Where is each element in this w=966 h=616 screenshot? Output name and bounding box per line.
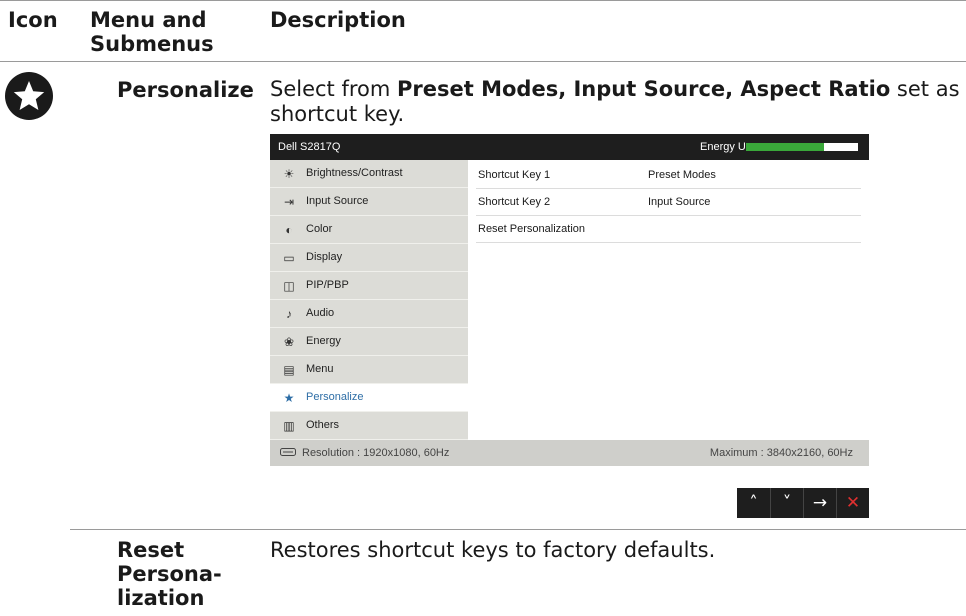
osd-menu-item[interactable]: ❀ Energy	[270, 328, 468, 356]
up-icon[interactable]: ˄	[737, 488, 770, 518]
maximum-resolution-text: Maximum : 3840x2160, 60Hz	[709, 447, 853, 459]
osd-menu-item[interactable]: ☀ Brightness/Contrast	[270, 160, 468, 188]
osd-menu-item[interactable]: ▭ Display	[270, 244, 468, 272]
star-icon: ★	[283, 391, 295, 405]
osd-menu-item-label: Personalize	[306, 391, 364, 403]
panel-row-reset-personalization[interactable]: Reset Personalization	[476, 216, 861, 243]
energy-meter	[746, 143, 858, 151]
osd-menu: Dell S2817Q Energy Use ☀ Brightness/Contr…	[270, 134, 869, 466]
osd-menu-item-label: Menu	[306, 363, 334, 375]
osd-title-bar: Dell S2817Q Energy Use	[270, 134, 869, 160]
header-menu: Menu and Submenus	[90, 8, 214, 56]
panel-row-shortcut-key-1[interactable]: Shortcut Key 1 Preset Modes	[476, 162, 861, 189]
energy-meter-fill	[746, 143, 825, 151]
osd-menu-item-label: Color	[306, 223, 333, 235]
others-icon: ▥	[283, 419, 295, 433]
osd-menu-item[interactable]: ⇥ Input Source	[270, 188, 468, 216]
osd-menu-item[interactable]: ♪ Audio	[270, 300, 468, 328]
down-icon[interactable]: ˅	[770, 488, 803, 518]
energy-icon: ❀	[283, 335, 295, 349]
panel-row-shortcut-key-2[interactable]: Shortcut Key 2 Input Source	[476, 189, 861, 216]
input-source-icon: ⇥	[283, 195, 295, 209]
audio-icon: ♪	[286, 307, 292, 321]
star-circle-icon	[5, 72, 53, 120]
description-personalize: Select from Preset Modes, Input Source, …	[270, 77, 960, 127]
panel-row-key: Shortcut Key 1	[478, 169, 551, 181]
right-arrow-icon[interactable]: →	[803, 488, 836, 518]
osd-model: Dell S2817Q	[278, 141, 341, 153]
menu-reset-personalization: Reset Persona- lization	[117, 538, 222, 610]
osd-menu-item-label: Energy	[306, 335, 341, 347]
panel-row-key: Shortcut Key 2	[478, 196, 551, 208]
osd-menu-list: ☀ Brightness/Contrast ⇥ Input Source ◐ Color ▭…	[270, 160, 468, 440]
description-prefix: Select from	[270, 77, 398, 101]
resolution-text: Resolution : 1920x1080, 60Hz	[302, 447, 450, 459]
description-reset-personalization: Restores shortcut keys to factory defaul…	[270, 538, 716, 562]
osd-footer: Resolution : 1920x1080, 60Hz Maximum : 3…	[270, 440, 869, 466]
table-top-rule	[0, 0, 966, 1]
pip-pbp-icon: ◫	[283, 279, 295, 293]
osd-menu-item-label: Input Source	[306, 195, 369, 207]
panel-row-value: Preset Modes	[648, 169, 716, 181]
osd-menu-item-label: Audio	[306, 307, 335, 319]
menu-personalize: Personalize	[117, 78, 254, 102]
row-rule	[70, 529, 966, 530]
display-icon: ▭	[283, 251, 295, 265]
osd-menu-item[interactable]: ◫ PIP/PBP	[270, 272, 468, 300]
header-description: Description	[270, 8, 406, 32]
cable-icon	[280, 447, 296, 460]
osd-menu-item-label: PIP/PBP	[306, 279, 349, 291]
color-icon: ◐	[285, 223, 293, 237]
header-rule	[0, 61, 966, 62]
osd-menu-item[interactable]: ◐ Color	[270, 216, 468, 244]
close-icon[interactable]: ✕	[836, 488, 869, 518]
osd-menu-item[interactable]: ▥ Others	[270, 412, 468, 440]
osd-menu-item[interactable]: ▤ Menu	[270, 356, 468, 384]
osd-menu-item-label: Brightness/Contrast	[306, 167, 403, 179]
osd-menu-item[interactable]: ★ Personalize	[270, 384, 468, 412]
osd-menu-item-label: Others	[306, 419, 340, 431]
header-icon: Icon	[8, 8, 58, 32]
osd-nav-buttons: ˄ ˅ → ✕	[737, 488, 869, 518]
osd-menu-item-label: Display	[306, 251, 343, 263]
menu-icon: ▤	[283, 363, 295, 377]
osd-panel: Shortcut Key 1 Preset Modes Shortcut Key…	[468, 160, 869, 440]
brightness-icon: ☀	[283, 167, 295, 181]
panel-row-key: Reset Personalization	[478, 223, 586, 235]
description-bold: Preset Modes, Input Source, Aspect Ratio	[397, 77, 891, 101]
panel-row-value: Input Source	[648, 196, 711, 208]
